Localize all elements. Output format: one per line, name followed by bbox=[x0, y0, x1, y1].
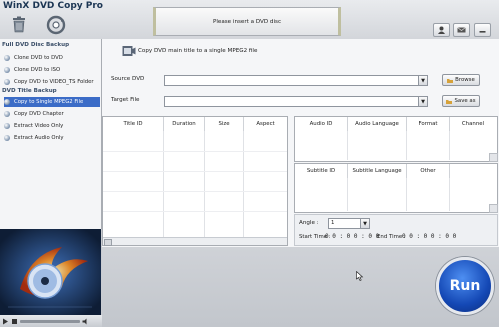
refresh-disc-icon[interactable] bbox=[46, 15, 66, 35]
sidebar-item-chapter[interactable]: Copy DVD Chapter bbox=[4, 109, 100, 119]
end-time-value[interactable]: 0 0 : 0 0 : 0 0 bbox=[402, 233, 456, 240]
scrollbar-corner bbox=[489, 153, 498, 162]
section-title-backup: DVD Title Backup bbox=[2, 88, 57, 94]
run-button[interactable]: Run bbox=[436, 257, 494, 315]
col-subtitle-language[interactable]: Subtitle Language bbox=[348, 164, 407, 178]
subtitle-table[interactable]: Subtitle ID Subtitle Language Other bbox=[294, 163, 498, 213]
sidebar: Full DVD Disc Backup Clone DVD to DVD Cl… bbox=[0, 39, 102, 229]
col-other[interactable]: Other bbox=[407, 164, 450, 178]
disc-icon bbox=[4, 55, 10, 61]
save-as-button[interactable]: Save as bbox=[442, 95, 480, 107]
status-message: Please insert a DVD disc bbox=[212, 18, 282, 25]
title-table[interactable]: Title ID Duration Size Aspect bbox=[102, 116, 288, 246]
mail-icon bbox=[457, 27, 466, 33]
disc-icon bbox=[4, 67, 10, 73]
sidebar-item-clone-iso[interactable]: Clone DVD to ISO bbox=[4, 65, 100, 75]
minimize-icon bbox=[479, 31, 486, 33]
sidebar-item-extract-audio[interactable]: Extract Audio Only bbox=[4, 133, 100, 143]
run-label: Run bbox=[449, 278, 481, 294]
sidebar-item-extract-video[interactable]: Extract Video Only bbox=[4, 121, 100, 131]
user-icon bbox=[438, 26, 445, 34]
sidebar-item-single-mpeg2[interactable]: Copy to Single MPEG2 File bbox=[4, 97, 100, 107]
scrollbar-corner bbox=[489, 204, 498, 213]
sidebar-item-clone-dvd[interactable]: Clone DVD to DVD bbox=[4, 53, 100, 63]
stop-icon[interactable] bbox=[11, 318, 18, 325]
video-preview bbox=[0, 229, 103, 327]
section-full-backup: Full DVD Disc Backup bbox=[2, 42, 70, 48]
source-dvd-label: Source DVD bbox=[111, 76, 145, 82]
col-subtitle-id[interactable]: Subtitle ID bbox=[295, 164, 348, 178]
col-audio-id[interactable]: Audio ID bbox=[295, 117, 348, 131]
disc-icon bbox=[4, 79, 10, 85]
disc-icon bbox=[4, 111, 10, 117]
seek-slider[interactable] bbox=[20, 319, 80, 323]
task-description: Copy DVD main title to a single MPEG2 fi… bbox=[138, 48, 258, 54]
col-aspect[interactable]: Aspect bbox=[244, 117, 287, 131]
chevron-down-icon[interactable]: ▼ bbox=[418, 97, 427, 106]
app-title: WinX DVD Copy Pro bbox=[3, 1, 103, 11]
disc-icon bbox=[4, 135, 10, 141]
message-button[interactable] bbox=[453, 23, 470, 37]
dvd-logo-image bbox=[0, 229, 101, 315]
user-button[interactable] bbox=[433, 23, 450, 37]
chevron-down-icon[interactable]: ▼ bbox=[360, 219, 369, 228]
chevron-down-icon[interactable]: ▼ bbox=[418, 76, 427, 85]
trash-icon[interactable] bbox=[11, 16, 27, 33]
angle-select[interactable]: 1 ▼ bbox=[328, 218, 370, 229]
col-duration[interactable]: Duration bbox=[164, 117, 205, 131]
col-size[interactable]: Size bbox=[205, 117, 244, 131]
mouse-cursor-icon bbox=[356, 270, 364, 281]
volume-icon[interactable] bbox=[82, 318, 90, 325]
minimize-button[interactable] bbox=[474, 23, 491, 37]
horizontal-scrollbar[interactable] bbox=[103, 237, 287, 246]
disc-icon bbox=[4, 99, 10, 105]
disc-icon bbox=[4, 123, 10, 129]
target-file-label: Target File bbox=[111, 97, 140, 103]
player-controls bbox=[0, 315, 103, 327]
audio-table[interactable]: Audio ID Audio Language Format Channel bbox=[294, 116, 498, 162]
main-panel: Copy DVD main title to a single MPEG2 fi… bbox=[102, 39, 499, 247]
folder-icon bbox=[447, 78, 454, 83]
col-format[interactable]: Format bbox=[407, 117, 450, 131]
start-time-value[interactable]: 0 0 : 0 0 : 0 0 bbox=[325, 233, 379, 240]
col-channel[interactable]: Channel bbox=[450, 117, 496, 131]
browse-button[interactable]: Browse bbox=[442, 74, 480, 86]
angle-time-panel: Angle : 1 ▼ Start Time : 0 0 : 0 0 : 0 0… bbox=[294, 214, 498, 246]
target-file-select[interactable]: ▼ bbox=[164, 96, 428, 107]
film-icon bbox=[122, 45, 136, 57]
sidebar-item-video-ts[interactable]: Copy DVD to VIDEO_TS Folder bbox=[4, 77, 100, 87]
status-display: Please insert a DVD disc bbox=[153, 7, 341, 36]
angle-label: Angle : bbox=[299, 220, 319, 226]
source-dvd-select[interactable]: ▼ bbox=[164, 75, 428, 86]
folder-icon bbox=[446, 99, 453, 104]
col-audio-language[interactable]: Audio Language bbox=[348, 117, 407, 131]
col-title-id[interactable]: Title ID bbox=[103, 117, 164, 131]
play-icon[interactable] bbox=[2, 318, 9, 325]
